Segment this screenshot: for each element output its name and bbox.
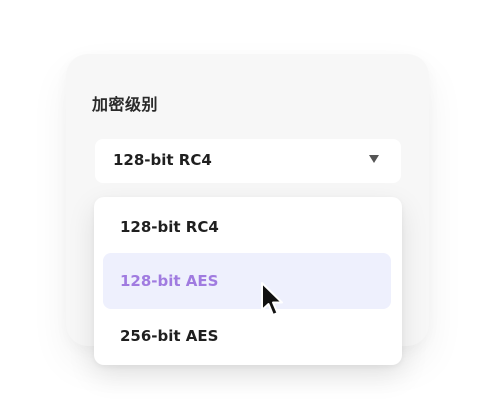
option-128-bit-aes[interactable]: 128-bit AES: [103, 253, 391, 309]
encryption-level-label: 加密级别: [92, 95, 159, 114]
encryption-level-select[interactable]: 128-bit RC4: [95, 139, 401, 183]
caret-down-icon: [369, 155, 379, 163]
option-128-bit-rc4[interactable]: 128-bit RC4: [103, 199, 391, 255]
encryption-level-dropdown: 128-bit RC4 128-bit AES 256-bit AES: [94, 197, 402, 365]
option-256-bit-aes[interactable]: 256-bit AES: [103, 308, 391, 364]
select-current-value: 128-bit RC4: [113, 151, 212, 169]
screen: 加密级别 128-bit RC4 128-bit RC4 128-bit AES…: [0, 0, 481, 408]
mouse-pointer-icon: [261, 282, 283, 316]
